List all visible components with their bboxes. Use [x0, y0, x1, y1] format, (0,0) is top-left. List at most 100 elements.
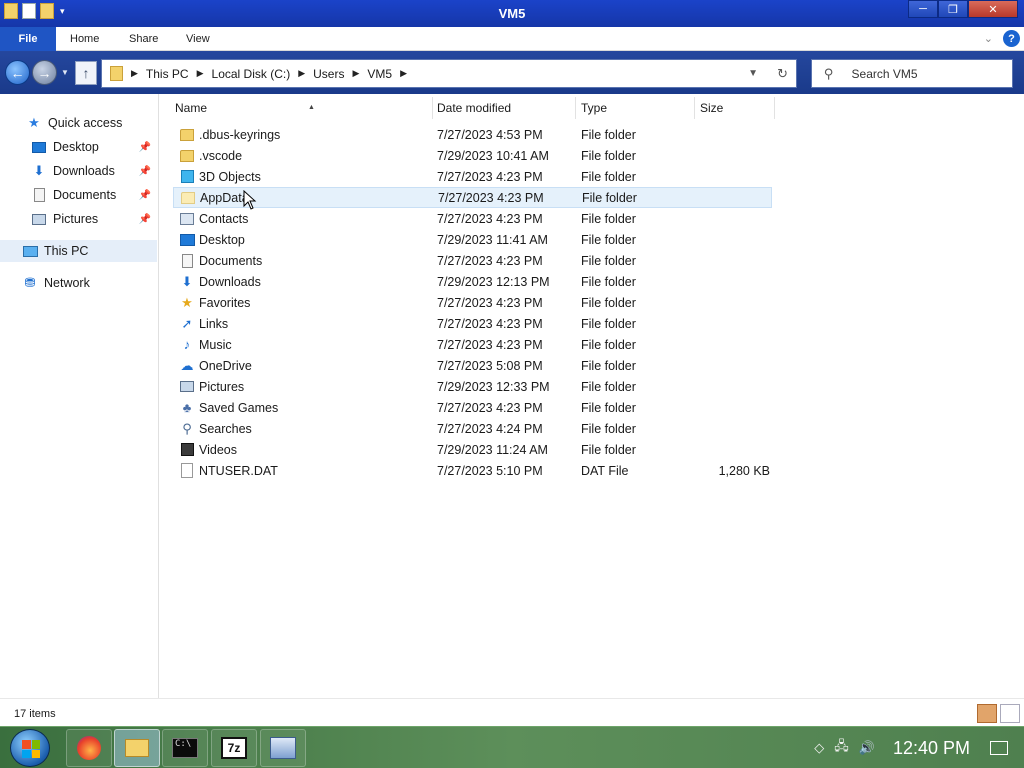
file-row[interactable]: ★ Favorites 7/27/2023 4:23 PM File folder — [173, 292, 772, 313]
taskbar-file-explorer[interactable] — [114, 729, 160, 767]
file-name-cell[interactable]: ♣ Saved Games — [179, 400, 278, 415]
file-name-cell[interactable]: ➚ Links — [179, 316, 229, 331]
nav-this-pc[interactable]: This PC — [0, 240, 157, 262]
taskbar-command-prompt[interactable]: C:\ — [162, 729, 208, 767]
file-row[interactable]: ➚ Links 7/27/2023 4:23 PM File folder — [173, 313, 772, 334]
file-name-cell[interactable]: Pictures — [179, 379, 244, 394]
breadcrumb-local-disk[interactable]: Local Disk (C:) — [212, 67, 291, 81]
videos-icon — [179, 442, 195, 457]
file-name-cell[interactable]: ⚲ Searches — [179, 421, 252, 436]
file-row[interactable]: AppData 7/27/2023 4:23 PM File folder — [173, 187, 772, 208]
file-row[interactable]: 3D Objects 7/27/2023 4:23 PM File folder — [173, 166, 772, 187]
tab-file[interactable]: File — [0, 27, 56, 51]
large-icons-view-button[interactable] — [1000, 704, 1020, 723]
search-input[interactable]: Search VM5 — [852, 67, 918, 81]
up-button[interactable]: ↑ — [75, 61, 97, 85]
pin-icon[interactable]: 📌 — [139, 166, 151, 177]
chevron-right-icon[interactable]: ▶ — [352, 68, 359, 79]
file-name-cell[interactable]: 3D Objects — [179, 169, 261, 184]
details-view-button[interactable] — [977, 704, 997, 723]
file-row[interactable]: Videos 7/29/2023 11:24 AM File folder — [173, 439, 772, 460]
file-row[interactable]: ⚲ Searches 7/27/2023 4:24 PM File folder — [173, 418, 772, 439]
file-row[interactable]: .vscode 7/29/2023 10:41 AM File folder — [173, 145, 772, 166]
search-box[interactable]: ⚲ Search VM5 — [811, 59, 1013, 88]
chevron-right-icon[interactable]: ▶ — [298, 68, 305, 79]
recent-locations-icon[interactable]: ▼ — [61, 68, 69, 77]
nav-label: This PC — [44, 244, 89, 258]
file-row[interactable]: ♪ Music 7/27/2023 4:23 PM File folder — [173, 334, 772, 355]
pin-icon[interactable]: 📌 — [139, 190, 151, 201]
column-header-size[interactable]: Size — [695, 97, 775, 119]
download-icon: ⬇ — [33, 163, 45, 178]
star-icon: ★ — [28, 115, 40, 130]
firefox-icon — [77, 736, 101, 760]
file-name-cell[interactable]: AppData — [180, 190, 249, 205]
file-name-cell[interactable]: Documents — [179, 253, 262, 268]
clock[interactable]: 12:40 PM — [893, 738, 970, 759]
tab-home[interactable]: Home — [56, 27, 113, 51]
nav-quick-access[interactable]: ★ Quick access — [0, 112, 157, 134]
start-button[interactable] — [10, 729, 50, 767]
forward-button[interactable]: → — [32, 60, 57, 85]
chevron-right-icon[interactable]: ▶ — [400, 68, 407, 79]
file-name-cell[interactable]: NTUSER.DAT — [179, 463, 278, 478]
file-name-cell[interactable]: ★ Favorites — [179, 295, 250, 310]
file-name-cell[interactable]: .vscode — [179, 148, 242, 163]
column-header-date[interactable]: Date modified — [432, 97, 576, 119]
column-header-type[interactable]: Type — [576, 97, 695, 119]
file-name-cell[interactable]: Videos — [179, 442, 237, 457]
breadcrumb-users[interactable]: Users — [313, 67, 344, 81]
restore-button[interactable]: ❐ — [938, 0, 968, 18]
nav-downloads[interactable]: ⬇ Downloads 📌 — [0, 160, 157, 182]
file-date: 7/27/2023 4:23 PM — [438, 190, 544, 205]
file-row[interactable]: Pictures 7/29/2023 12:33 PM File folder — [173, 376, 772, 397]
file-row[interactable]: Contacts 7/27/2023 4:23 PM File folder — [173, 208, 772, 229]
taskbar-firefox[interactable] — [66, 729, 112, 767]
back-button[interactable]: ← — [5, 60, 30, 85]
tab-share[interactable]: Share — [115, 27, 172, 51]
notifications-icon[interactable] — [990, 741, 1008, 755]
chevron-right-icon[interactable]: ▶ — [197, 68, 204, 79]
address-history-icon[interactable]: ▼ — [748, 68, 758, 79]
breadcrumb-vm5[interactable]: VM5 — [367, 67, 392, 81]
refresh-icon[interactable]: ↻ — [777, 66, 788, 82]
tray-diamond-icon[interactable]: ◇ — [814, 740, 824, 756]
taskbar-7zip[interactable]: 7z — [211, 729, 257, 767]
file-name: OneDrive — [199, 358, 252, 373]
file-row[interactable]: Desktop 7/29/2023 11:41 AM File folder — [173, 229, 772, 250]
nav-pictures[interactable]: Pictures 📌 — [0, 208, 157, 230]
file-row[interactable]: ♣ Saved Games 7/27/2023 4:23 PM File folder — [173, 397, 772, 418]
pin-icon[interactable]: 📌 — [139, 142, 151, 153]
address-bar[interactable]: ▶ This PC ▶ Local Disk (C:) ▶ Users ▶ VM… — [101, 59, 797, 88]
nav-network[interactable]: ⛃ Network — [0, 272, 157, 294]
pin-icon[interactable]: 📌 — [139, 214, 151, 225]
file-name: Music — [199, 337, 232, 352]
file-row[interactable]: NTUSER.DAT 7/27/2023 5:10 PM DAT File 1,280… — [173, 460, 772, 481]
chevron-right-icon[interactable]: ▶ — [131, 68, 138, 79]
help-icon[interactable]: ? — [1003, 30, 1020, 47]
chevron-down-icon[interactable]: ⌄ — [984, 32, 993, 45]
breadcrumb-this-pc[interactable]: This PC — [146, 67, 189, 81]
file-name-cell[interactable]: ☁ OneDrive — [179, 358, 252, 373]
column-header-name[interactable]: ▲ Name — [170, 97, 433, 119]
tab-view[interactable]: View — [172, 27, 224, 51]
file-row[interactable]: Documents 7/27/2023 4:23 PM File folder — [173, 250, 772, 271]
file-name-cell[interactable]: ⬇ Downloads — [179, 274, 261, 289]
file-name-cell[interactable]: Desktop — [179, 232, 245, 247]
file-row[interactable]: ☁ OneDrive 7/27/2023 5:08 PM File folder — [173, 355, 772, 376]
file-row[interactable]: .dbus-keyrings 7/27/2023 4:53 PM File fold… — [173, 124, 772, 145]
file-row[interactable]: ⬇ Downloads 7/29/2023 12:13 PM File folder — [173, 271, 772, 292]
close-button[interactable]: ✕ — [968, 0, 1018, 18]
minimize-button[interactable]: ─ — [908, 0, 938, 18]
volume-icon[interactable]: 🔊 — [859, 740, 875, 756]
nav-desktop[interactable]: Desktop 📌 — [0, 136, 157, 158]
desktop-icon — [31, 140, 47, 154]
file-name-cell[interactable]: Contacts — [179, 211, 248, 226]
nav-documents[interactable]: Documents 📌 — [0, 184, 157, 206]
sort-ascending-icon: ▲ — [308, 104, 315, 111]
taskbar-network-app[interactable] — [260, 729, 306, 767]
network-status-icon[interactable]: 🖧 — [834, 737, 849, 759]
file-name-cell[interactable]: ♪ Music — [179, 337, 232, 352]
file-name-cell[interactable]: .dbus-keyrings — [179, 127, 280, 142]
contacts-icon — [179, 211, 195, 226]
